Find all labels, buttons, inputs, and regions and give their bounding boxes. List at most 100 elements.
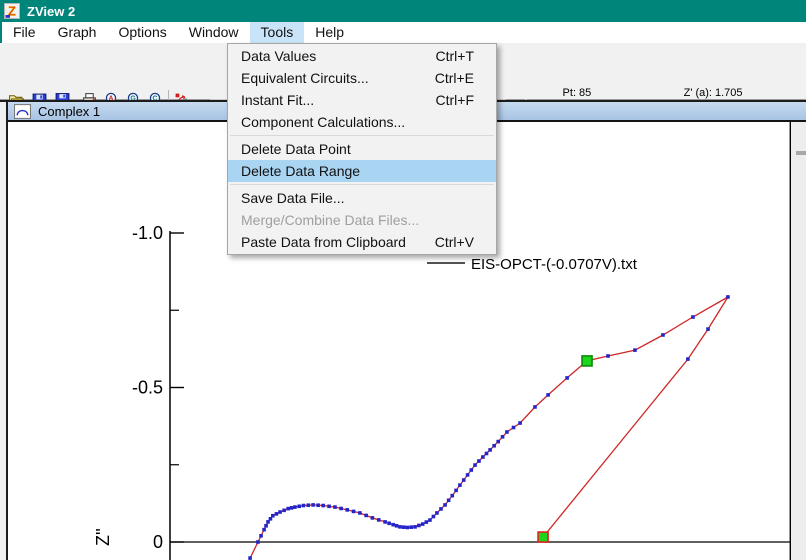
data-point-marker[interactable]: [274, 512, 279, 516]
data-point-marker[interactable]: [248, 556, 252, 560]
data-point-marker[interactable]: [387, 521, 391, 526]
data-point-marker[interactable]: [333, 505, 337, 509]
data-point-marker[interactable]: [282, 508, 286, 513]
data-point-marker[interactable]: [518, 421, 522, 425]
data-point-marker[interactable]: [686, 357, 690, 361]
data-point-marker[interactable]: [726, 295, 730, 299]
selected-point-marker[interactable]: [581, 355, 593, 367]
data-point-marker[interactable]: [351, 509, 356, 514]
data-point-marker[interactable]: [465, 473, 470, 477]
data-point-marker[interactable]: [428, 518, 432, 522]
data-point-marker[interactable]: [606, 354, 610, 358]
y-tick-label: -1.0: [132, 223, 163, 243]
data-point-marker[interactable]: [481, 455, 485, 459]
data-point-marker[interactable]: [691, 315, 695, 319]
data-point-marker[interactable]: [450, 493, 455, 498]
pt-value: 85: [579, 87, 592, 99]
data-point-marker[interactable]: [256, 540, 260, 544]
menu-item-label: Save Data File...: [241, 190, 345, 206]
data-point-marker[interactable]: [264, 523, 268, 528]
child-window-title: Complex 1: [38, 103, 101, 119]
data-point-marker[interactable]: [409, 525, 414, 529]
data-point-marker[interactable]: [311, 503, 315, 507]
menu-item-instant-fit[interactable]: Instant Fit... Ctrl+F: [228, 89, 496, 111]
data-point-marker[interactable]: [461, 478, 466, 482]
data-point-marker[interactable]: [383, 520, 387, 524]
data-point-marker[interactable]: [454, 488, 458, 493]
data-point-marker[interactable]: [424, 520, 429, 524]
data-point-marker[interactable]: [431, 514, 436, 519]
data-point-marker[interactable]: [443, 503, 447, 507]
data-point-marker[interactable]: [435, 511, 439, 515]
data-point-marker[interactable]: [394, 523, 399, 528]
data-point-marker[interactable]: [278, 510, 282, 514]
data-point-marker[interactable]: [413, 525, 417, 529]
data-point-marker[interactable]: [405, 525, 410, 530]
menu-item-shortcut: Ctrl+F: [435, 92, 475, 108]
menu-item-delete-data-range[interactable]: Delete Data Range: [228, 160, 496, 182]
data-point-marker[interactable]: [439, 507, 443, 511]
data-point-marker[interactable]: [327, 504, 331, 509]
menu-item-label: Delete Data Point: [241, 141, 351, 157]
data-point-marker[interactable]: [376, 518, 381, 522]
data-point-marker[interactable]: [339, 506, 343, 511]
data-point-marker[interactable]: [301, 503, 306, 508]
data-point-marker[interactable]: [259, 534, 263, 538]
data-point-marker[interactable]: [458, 483, 462, 487]
data-point-marker[interactable]: [316, 503, 320, 508]
selected-point-marker[interactable]: [537, 531, 549, 543]
data-point-marker[interactable]: [706, 327, 710, 331]
data-point-marker[interactable]: [364, 513, 368, 518]
menubar-item-window[interactable]: Window: [178, 22, 250, 43]
data-point-marker[interactable]: [306, 503, 311, 508]
data-point-marker[interactable]: [492, 443, 496, 448]
data-point-marker[interactable]: [297, 504, 302, 509]
data-point-marker[interactable]: [661, 333, 665, 337]
data-point-marker[interactable]: [370, 516, 375, 520]
data-point-marker[interactable]: [398, 525, 402, 529]
menu-item-paste-data-from-clipboard[interactable]: Paste Data from Clipboard Ctrl+V: [228, 231, 496, 253]
data-point-marker[interactable]: [511, 425, 516, 430]
data-point-marker[interactable]: [500, 434, 505, 439]
menubar-item-help[interactable]: Help: [304, 22, 355, 43]
data-point-marker[interactable]: [420, 522, 425, 526]
data-point-marker[interactable]: [496, 439, 500, 444]
data-point-marker[interactable]: [286, 506, 290, 511]
data-point-marker[interactable]: [345, 508, 350, 512]
data-point-marker[interactable]: [469, 468, 474, 472]
menu-item-data-values[interactable]: Data Values Ctrl+T: [228, 45, 496, 67]
data-curve[interactable]: [249, 296, 729, 559]
data-point-marker[interactable]: [358, 511, 362, 515]
data-point-marker[interactable]: [391, 522, 395, 527]
data-point-marker[interactable]: [546, 393, 550, 397]
data-point-marker[interactable]: [533, 405, 537, 409]
data-point-marker[interactable]: [488, 448, 492, 452]
data-point-marker[interactable]: [565, 376, 569, 380]
data-point-marker[interactable]: [293, 505, 297, 509]
data-point-marker[interactable]: [446, 498, 451, 503]
menu-item-save-data-file[interactable]: Save Data File...: [228, 187, 496, 209]
data-point-marker[interactable]: [477, 459, 481, 463]
menu-item-equivalent-circuits[interactable]: Equivalent Circuits... Ctrl+E: [228, 67, 496, 89]
menubar-item-file[interactable]: File: [2, 22, 47, 43]
menubar-item-graph[interactable]: Graph: [47, 22, 108, 43]
data-point-marker[interactable]: [484, 451, 489, 456]
data-point-marker[interactable]: [633, 348, 637, 352]
data-point-marker[interactable]: [289, 506, 294, 510]
data-point-marker[interactable]: [321, 503, 325, 508]
data-point-marker[interactable]: [266, 520, 270, 524]
data-point-marker[interactable]: [417, 523, 421, 528]
data-point-marker[interactable]: [505, 430, 509, 434]
data-point-marker[interactable]: [268, 517, 273, 521]
menu-item-component-calculations[interactable]: Component Calculations...: [228, 111, 496, 133]
menu-item-label: Paste Data from Clipboard: [241, 234, 406, 250]
data-point-marker[interactable]: [271, 513, 275, 518]
menu-item-label: Instant Fit...: [241, 92, 315, 108]
menubar-item-tools[interactable]: Tools: [249, 22, 305, 43]
menubar-item-options[interactable]: Options: [107, 22, 177, 43]
menu-item-delete-data-point[interactable]: Delete Data Point: [228, 138, 496, 160]
data-point-marker[interactable]: [401, 525, 406, 529]
title-bar: Z ZView 2: [0, 0, 806, 22]
data-point-marker[interactable]: [473, 463, 477, 467]
data-point-marker[interactable]: [262, 527, 266, 532]
